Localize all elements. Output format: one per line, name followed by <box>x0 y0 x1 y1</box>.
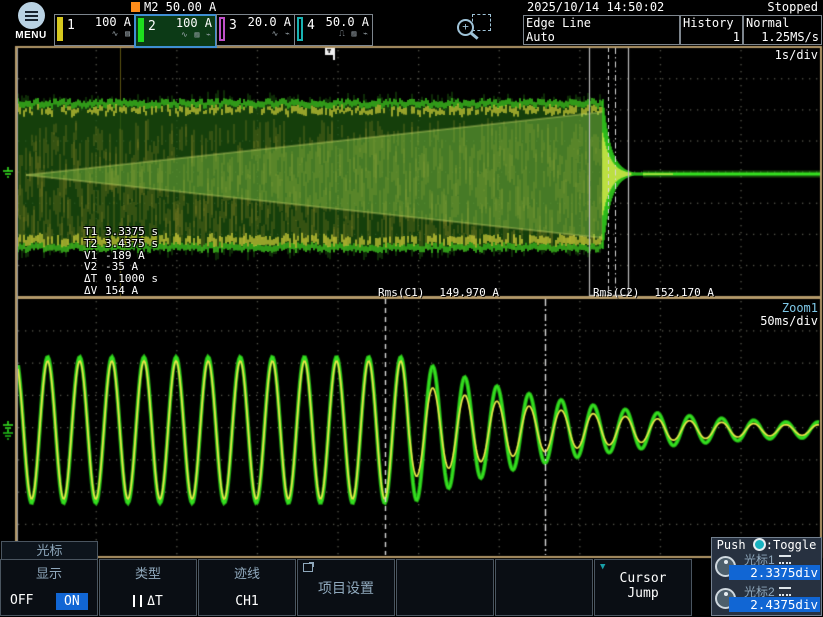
menu-trace-box[interactable]: 迹线 CH1 <box>198 559 296 616</box>
channel-1-scale: 100 A <box>77 15 131 29</box>
acq-mode: Normal <box>746 16 819 30</box>
hamburger-icon <box>18 2 45 29</box>
type-label: 类型 <box>100 563 196 582</box>
channel-3-box[interactable]: 3 20.0 A ∿ ⌁ <box>216 14 295 46</box>
channel-4-scale: 50.0 A <box>317 15 369 29</box>
rms-c2-readout: Rms(C2)152.170 A <box>593 286 714 299</box>
cursor2-value[interactable]: 2.4375div <box>729 597 820 612</box>
datetime: 2025/10/14 14:50:02 <box>527 0 664 14</box>
channel-1-number: 1 <box>67 18 75 33</box>
channel-4-box[interactable]: 4 50.0 A ⎍ ▨ ⌁ <box>294 14 373 46</box>
history-label: History <box>683 16 740 30</box>
channel-2-box[interactable]: 2 100 A ∿ ▨ ⌁ <box>134 14 217 48</box>
zoom-timebase-label: 50ms/div <box>745 314 818 328</box>
item-settings-label: 项目设置 <box>298 560 394 615</box>
menu-display-box: 显示 OFF ON <box>0 559 98 616</box>
acq-rate: 1.25MS/s <box>746 30 819 44</box>
cursor-measurements: T13.3375 s T23.4375 s V1-189 A V2-35 A Δ… <box>84 226 158 297</box>
channel-3-number: 3 <box>229 18 237 33</box>
trigger-type: Edge Line <box>526 16 677 30</box>
trace-label: 迹线 <box>199 563 295 582</box>
knob-panel: Push :Toggle 光标1 2.3375div 光标2 2.4375div <box>711 537 822 616</box>
waveform-canvas <box>0 0 823 617</box>
channel-1-color-bar <box>57 17 63 41</box>
cursor-jump-line2: Jump <box>595 586 691 601</box>
main-timebase-label: 1s/div <box>752 48 818 62</box>
zoom-window-name: Zoom1 <box>745 301 818 315</box>
oscilloscope-screen: MENU M2 50.00 A 1 100 A ∿ ▨ 2 100 A ∿ ▨ … <box>0 0 823 617</box>
display-label: 显示 <box>1 563 97 582</box>
math-color-swatch <box>131 2 140 12</box>
channel-4-color-bar <box>297 17 303 41</box>
acquisition-box[interactable]: Normal 1.25MS/s <box>743 15 822 45</box>
math-channel-indicator[interactable]: M2 50.00 A <box>131 0 216 13</box>
menu-empty-box-1 <box>396 559 494 616</box>
history-box[interactable]: History 1 <box>680 15 743 45</box>
cursor-jump-line1: Cursor <box>595 571 691 586</box>
dropdown-triangle-icon: ▼ <box>600 562 605 572</box>
tab-cursor[interactable]: 光标 <box>1 541 98 559</box>
zoom-search-icon[interactable]: + <box>451 14 493 44</box>
menu-cursor-jump-box[interactable]: ▼ Cursor Jump <box>594 559 692 616</box>
channel-3-color-bar <box>219 17 225 41</box>
channel-2-scale: 100 A <box>158 16 212 30</box>
menu-button-label: MENU <box>6 30 56 41</box>
channel-2-coupling-icons: ∿ ▨ ⌁ <box>158 30 212 39</box>
type-value: ΔT <box>147 594 163 609</box>
cursor1-linestyle-icon <box>779 555 791 564</box>
menu-button[interactable]: MENU <box>6 2 56 41</box>
history-value: 1 <box>683 30 740 44</box>
channel-3-scale: 20.0 A <box>239 15 291 29</box>
trace-value: CH1 <box>199 594 295 609</box>
cursor1-value[interactable]: 2.3375div <box>729 565 820 580</box>
run-status: Stopped <box>730 0 818 14</box>
channel-1-box[interactable]: 1 100 A ∿ ▨ <box>54 14 135 46</box>
menu-empty-box-2 <box>495 559 593 616</box>
knob-icon <box>753 538 766 551</box>
push-label: Push <box>717 538 746 552</box>
channel-4-number: 4 <box>307 18 315 33</box>
channel-1-coupling-icons: ∿ ▨ <box>77 29 131 38</box>
rms-c1-readout: Rms(C1)149.970 A <box>378 286 499 299</box>
display-off-button[interactable]: OFF <box>10 593 33 608</box>
menu-type-box[interactable]: 类型 ΔT <box>99 559 197 616</box>
channel-3-coupling-icons: ∿ ⌁ <box>239 29 291 38</box>
toggle-label: :Toggle <box>766 538 817 552</box>
display-on-button[interactable]: ON <box>56 593 88 610</box>
trigger-settings-box[interactable]: Edge Line Auto <box>523 15 680 45</box>
channel-2-number: 2 <box>148 19 156 34</box>
channel-4-coupling-icons: ⎍ ▨ ⌁ <box>317 29 369 38</box>
channel-2-color-bar <box>138 18 144 42</box>
cursor-style-icon <box>133 595 137 607</box>
math-label: M2 50.00 A <box>144 0 216 14</box>
trigger-mode: Auto <box>526 30 677 44</box>
menu-item-settings-box[interactable]: 项目设置 <box>297 559 395 616</box>
cursor2-linestyle-icon <box>779 587 791 596</box>
